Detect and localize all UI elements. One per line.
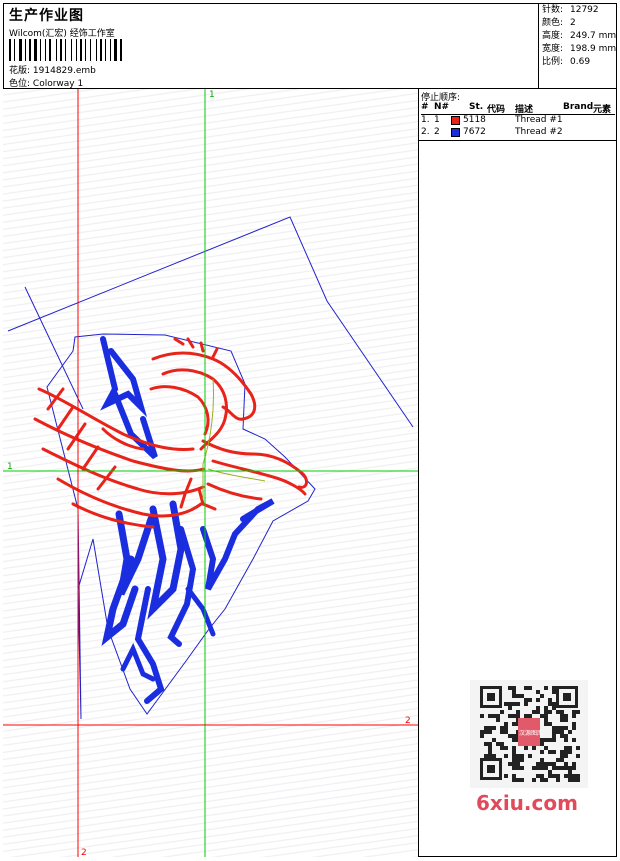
- barcode-bar: [40, 39, 41, 61]
- barcode-bar: [114, 39, 117, 61]
- col-index: #: [421, 102, 429, 112]
- barcode-bar: [76, 39, 77, 61]
- green-guide-label-left: 1: [7, 462, 13, 472]
- spec-panel: 针数: 12792 颜色: 2 高度: 249.7 mm 宽度: 198.9 mm 比例…: [538, 3, 617, 89]
- barcode-bar: [80, 39, 82, 61]
- barcode-bar: [56, 39, 57, 61]
- green-guide-label-top: 1: [209, 90, 215, 100]
- barcode-bar: [105, 39, 106, 61]
- watermark-site: 6xiu.com: [476, 791, 578, 815]
- barcode-bar: [92, 39, 95, 61]
- frame-boundary-line: [7, 216, 414, 428]
- barcode-bar: [78, 39, 79, 61]
- barcode-bar: [29, 39, 31, 61]
- barcode-bar: [107, 39, 109, 61]
- barcode-bar: [87, 39, 89, 61]
- red-guide-label-right: 2: [405, 716, 411, 726]
- qr-code-icon: 汉源图库 6xiu.com: [470, 680, 588, 815]
- watermark-seal: 汉源图库: [519, 729, 543, 737]
- spec-scale: 比例: 0.69: [542, 57, 591, 67]
- barcode-bar: [112, 39, 113, 61]
- barcode-bar: [25, 39, 26, 61]
- barcode-bar: [90, 39, 91, 61]
- thread-table-header: # N# St. 代码 描述 Brand 元素: [421, 102, 615, 115]
- barcode-bar: [103, 39, 104, 61]
- spec-height: 高度: 249.7 mm: [542, 31, 617, 41]
- thread-row: 2. 2 7672 Thread #2: [421, 127, 563, 137]
- colorway-label: 色位:: [9, 79, 31, 89]
- barcode-bar: [118, 39, 119, 61]
- col-brand: Brand: [563, 102, 594, 112]
- barcode-bar: [52, 39, 55, 61]
- spec-colors: 颜色: 2: [542, 18, 576, 28]
- spec-width: 宽度: 198.9 mm: [542, 44, 617, 54]
- barcode-bar: [96, 39, 97, 61]
- colorway-value: Colorway 1: [32, 79, 84, 89]
- col-description: 描述: [515, 105, 534, 115]
- barcode-bar: [47, 39, 48, 61]
- frame-boundary-side: [24, 286, 84, 410]
- barcode: [9, 39, 139, 61]
- barcode-bar: [23, 39, 24, 61]
- barcode-bar: [42, 39, 44, 61]
- barcode-bar: [85, 39, 86, 61]
- colorway-line: 色位: Colorway 1: [9, 76, 83, 89]
- header: 生产作业图 Wilcom(汇宏) 经饰工作室 花版: 1914829.emb 色…: [3, 3, 617, 89]
- barcode-bar: [73, 39, 75, 61]
- col-needle: N#: [434, 102, 450, 112]
- barcode-bar: [120, 39, 122, 61]
- barcode-bar: [19, 39, 22, 61]
- barcode-bar: [83, 39, 84, 61]
- barcode-bar: [100, 39, 102, 61]
- design-file-line: 花版: 1914829.emb: [9, 63, 96, 76]
- design-value: 1914829.emb: [32, 66, 96, 76]
- barcode-bar: [110, 39, 111, 61]
- thread-row: 1. 1 5118 Thread #1: [421, 115, 563, 125]
- barcode-bar: [9, 39, 11, 61]
- thread-sequence-panel: 停止顺序: # N# St. 代码 描述 Brand 元素 1. 1 5118 …: [419, 89, 617, 141]
- thread-color-swatch: [451, 116, 460, 125]
- barcode-bar: [14, 39, 15, 61]
- page-title: 生产作业图: [9, 8, 84, 24]
- red-guide-label-bottom: 2: [81, 848, 87, 857]
- barcode-bar: [60, 39, 62, 61]
- barcode-bar: [34, 39, 37, 61]
- col-element: 元素: [593, 105, 612, 115]
- barcode-bar: [32, 39, 33, 61]
- barcode-bar: [98, 39, 99, 61]
- watermark-logo: 汉源图库 6xiu.com: [470, 680, 588, 820]
- barcode-bar: [65, 39, 66, 61]
- company-name: Wilcom(汇宏) 经饰工作室: [9, 29, 115, 39]
- barcode-bar: [27, 39, 28, 61]
- design-label: 花版:: [9, 66, 31, 76]
- spec-stitches: 针数: 12792: [542, 5, 599, 15]
- embroidery-drawing: 1 1 2 2: [3, 89, 418, 857]
- design-canvas: 1 1 2 2: [3, 89, 419, 857]
- thread-color-swatch: [451, 128, 460, 137]
- barcode-bar: [49, 39, 51, 61]
- blue-thread-element: [100, 336, 275, 704]
- barcode-bar: [58, 39, 59, 61]
- col-code: 代码: [487, 105, 506, 115]
- barcode-bar: [45, 39, 46, 61]
- barcode-bar: [16, 39, 18, 61]
- col-stop: St.: [469, 102, 484, 112]
- barcode-bar: [63, 39, 64, 61]
- barcode-bar: [71, 39, 72, 61]
- barcode-bar: [12, 39, 13, 61]
- barcode-bar: [38, 39, 39, 61]
- barcode-bar: [67, 39, 70, 61]
